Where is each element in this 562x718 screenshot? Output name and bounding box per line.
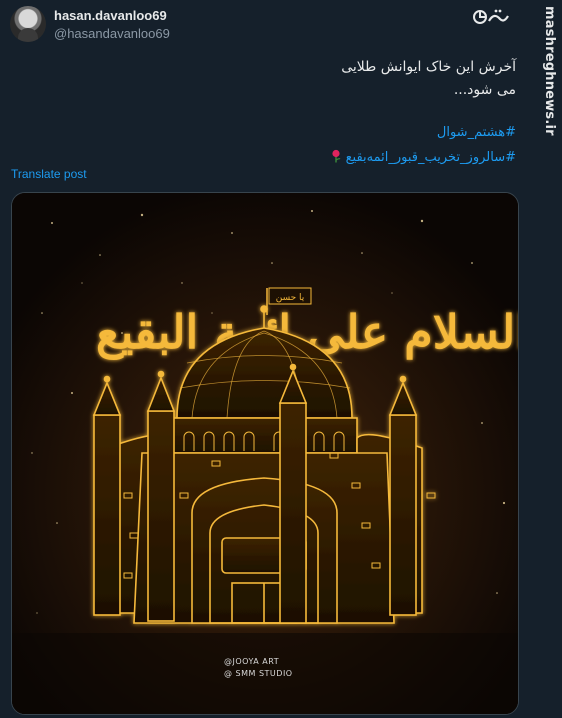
author-display-name[interactable]: hasan.davanloo69 — [54, 8, 167, 23]
post-text-line: می شود... — [453, 82, 516, 98]
image-credit: @ SMM STUDIO — [224, 669, 293, 678]
translate-post-link[interactable]: Translate post — [11, 167, 87, 181]
hashtag-link[interactable]: #هشتم_شوال — [156, 120, 516, 145]
post-text: آخرش این خاک ایوانش طلایی می شود... — [216, 56, 516, 102]
hashtag-list: #هشتم_شوال #سالروز_تخریب_قبور_ائمه‌بقیع — [156, 120, 516, 170]
author-handle[interactable]: @hasandavanloo69 — [54, 26, 170, 41]
watermark-site: mashreghnews.ir — [542, 6, 557, 136]
image-credit: @JOOYA ART — [224, 657, 280, 666]
post-text-line: آخرش این خاک ایوانش طلایی — [341, 59, 516, 75]
hashtag-link[interactable]: #سالروز_تخریب_قبور_ائمه‌بقیع — [156, 145, 516, 170]
tweet: hasan.davanloo69 @hasandavanloo69 آخرش ا… — [0, 0, 532, 718]
shrine-illustration: السلام علی ائمة البقیع یا حسن — [12, 193, 518, 714]
avatar[interactable] — [10, 6, 46, 42]
mashregh-logo-icon — [473, 9, 509, 24]
rose-emoji-icon — [332, 149, 341, 163]
post-image[interactable]: السلام علی ائمة البقیع یا حسن @JOOYA ART… — [11, 192, 519, 715]
flag-text: یا حسن — [276, 293, 305, 303]
hashtag-link-text[interactable]: #سالروز_تخریب_قبور_ائمه‌بقیع — [346, 150, 516, 165]
